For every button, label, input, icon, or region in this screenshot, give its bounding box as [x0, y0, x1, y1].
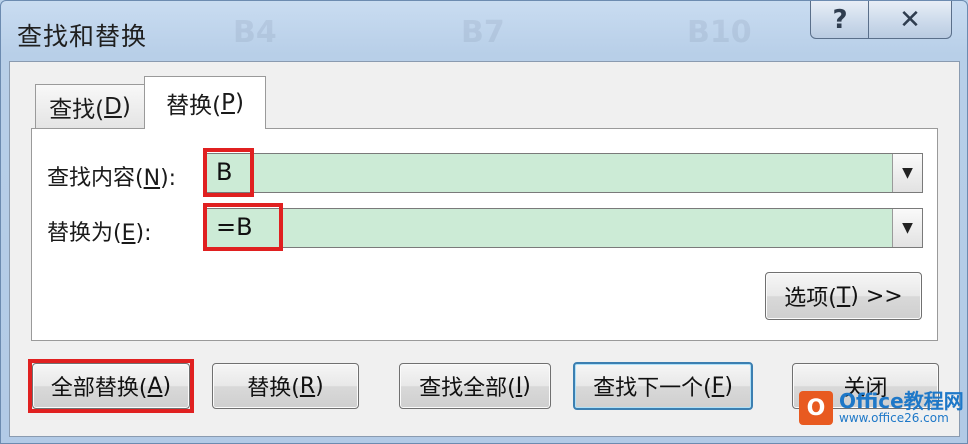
watermark-url: www.office26.com: [839, 411, 949, 426]
find-what-label: 查找内容(N):: [47, 166, 177, 191]
help-icon: ?: [832, 4, 848, 35]
find-replace-dialog: 查找和替换 B4 B7 B10 ? ✕ 查找(D) 替换(P) 查找内容(N):…: [0, 0, 968, 444]
replace-all-button[interactable]: 全部替换(A): [32, 363, 190, 409]
replace-with-label: 替换为(E):: [47, 221, 152, 246]
tab-find[interactable]: 查找(D): [35, 84, 145, 128]
dialog-client-area: 查找(D) 替换(P) 查找内容(N): B ▼ 替换为(E): =B ▼: [9, 61, 960, 437]
watermark-brand: Office教程网: [839, 389, 964, 414]
options-button[interactable]: 选项(T) >>: [765, 272, 922, 320]
replace-tab-panel: 查找内容(N): B ▼ 替换为(E): =B ▼ 选项(T) >>: [31, 128, 938, 341]
replace-with-combobox[interactable]: =B ▼: [205, 208, 923, 248]
tab-replace-mnemonic: P: [221, 90, 235, 116]
find-next-button[interactable]: 查找下一个(F): [573, 362, 753, 410]
office-logo-watermark: O Office教程网 www.office26.com: [799, 391, 964, 425]
background-cell-label: B10: [687, 15, 752, 50]
help-button[interactable]: ?: [810, 1, 870, 39]
title-bar[interactable]: 查找和替换 B4 B7 B10 ? ✕: [1, 1, 967, 61]
tab-replace-label: 替换(: [166, 93, 222, 119]
close-icon: ✕: [899, 4, 921, 35]
office-logo-icon: O: [799, 391, 833, 425]
chevron-down-icon[interactable]: ▼: [892, 154, 922, 192]
close-window-button[interactable]: ✕: [868, 1, 952, 39]
replace-button[interactable]: 替换(R): [212, 363, 359, 409]
tab-replace-label-suffix: ): [234, 90, 244, 116]
background-cell-label: B7: [461, 15, 505, 50]
tab-find-label: 查找(: [49, 96, 105, 123]
dialog-title: 查找和替换: [17, 22, 148, 51]
find-what-combobox[interactable]: B ▼: [205, 153, 923, 193]
find-all-button[interactable]: 查找全部(I): [399, 363, 551, 409]
background-cell-label: B4: [233, 15, 277, 50]
tab-replace[interactable]: 替换(P): [144, 76, 266, 129]
tab-find-mnemonic: D: [104, 93, 122, 120]
replace-with-input[interactable]: =B: [216, 213, 253, 241]
find-what-input[interactable]: B: [216, 158, 232, 186]
tab-find-label-suffix: ): [121, 93, 131, 120]
chevron-down-icon[interactable]: ▼: [892, 209, 922, 247]
